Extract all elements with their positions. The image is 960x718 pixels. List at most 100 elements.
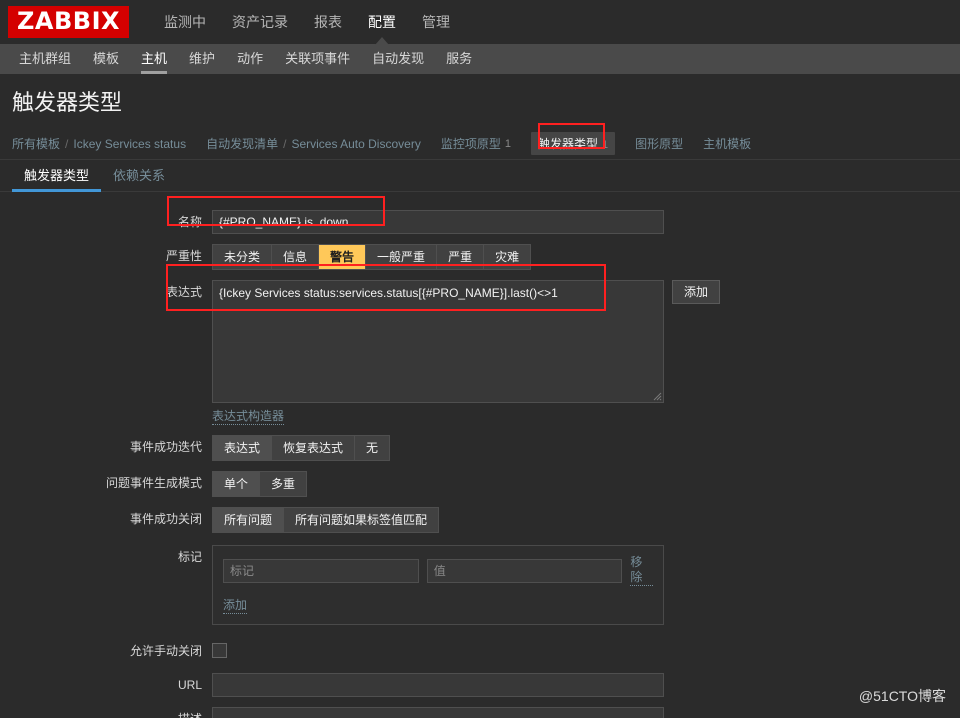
description-control (212, 707, 960, 718)
manual-close-checkbox[interactable] (212, 643, 227, 658)
form-row-manual-close: 允许手动关闭 (0, 639, 960, 663)
expression-constructor-link[interactable]: 表达式构造器 (212, 409, 285, 425)
form-row-name: 名称 (0, 210, 960, 234)
event-generation-mode-button-group: 单个 多重 (212, 471, 308, 497)
manual-close-label: 允许手动关闭 (129, 644, 202, 658)
subnav-item-host-groups[interactable]: 主机群组 (8, 44, 82, 74)
tag-key-input[interactable] (223, 558, 419, 583)
tags-container: 移除 添加 (212, 545, 664, 625)
breadcrumb-separator-2: / (283, 136, 287, 151)
topnav-item-administration[interactable]: 管理 (409, 0, 463, 44)
top-navigation-bar: ZABBIX 监测中 资产记录 报表 配置 管理 (0, 0, 960, 45)
breadcrumb-separator-1: / (65, 136, 69, 151)
watermark: @51CTO博客 (858, 688, 946, 704)
subnav-item-templates[interactable]: 模板 (82, 44, 130, 74)
url-input[interactable] (212, 673, 664, 697)
manual-close-control (212, 639, 960, 663)
tags-label: 标记 (177, 550, 202, 564)
severity-option-warning[interactable]: 警告 (319, 245, 367, 269)
severity-option-average[interactable]: 一般严重 (366, 245, 438, 269)
breadcrumb-graph-prototypes[interactable]: 图形原型 (635, 135, 683, 152)
ok-event-generation-button-group: 表达式 恢复表达式 无 (212, 435, 391, 461)
severity-label: 严重性 (165, 249, 202, 263)
trigger-prototype-form: 名称 严重性 未分类 信息 警告 一般严重 严重 灾难 表达式 {Ickey S… (0, 192, 960, 718)
form-row-severity: 严重性 未分类 信息 警告 一般严重 严重 灾难 (0, 244, 960, 270)
form-row-event-generation-mode: 问题事件生成模式 单个 多重 (0, 471, 960, 497)
tag-value-input[interactable] (426, 558, 623, 583)
event-generation-option-multiple[interactable]: 多重 (260, 472, 307, 496)
sub-navigation-bar: 主机群组 模板 主机 维护 动作 关联项事件 自动发现 服务 (0, 44, 960, 74)
form-row-ok-event-closes: 事件成功关闭 所有问题 所有问题如果标签值匹配 (0, 507, 960, 533)
tab-trigger-prototype[interactable]: 触发器类型 (12, 165, 102, 192)
form-row-url: URL (0, 673, 960, 697)
tag-row: 移除 (223, 555, 654, 586)
severity-option-not-classified[interactable]: 未分类 (213, 245, 273, 269)
name-control (212, 210, 960, 234)
ok-event-option-expression[interactable]: 表达式 (213, 436, 273, 460)
expression-textarea-wrap: {Ickey Services status:services.status[{… (212, 280, 664, 403)
breadcrumb-discovery-list[interactable]: 自动发现清单 (206, 135, 278, 152)
ok-event-generation-control: 表达式 恢复表达式 无 (212, 435, 960, 461)
subnav-item-discovery[interactable]: 自动发现 (361, 44, 435, 74)
ok-event-option-recovery-expression[interactable]: 恢复表达式 (272, 436, 356, 460)
topnav-item-inventory[interactable]: 资产记录 (219, 0, 301, 44)
severity-option-disaster[interactable]: 灾难 (484, 245, 531, 269)
event-generation-option-single[interactable]: 单个 (213, 472, 261, 496)
topnav-item-monitoring[interactable]: 监测中 (151, 0, 219, 44)
description-label: 描述 (0, 707, 212, 718)
breadcrumb-trigger-prototypes[interactable]: 触发器类型 1 (530, 132, 616, 155)
breadcrumb-discovery-rule-name[interactable]: Services Auto Discovery (291, 137, 420, 151)
zabbix-logo[interactable]: ZABBIX (8, 6, 129, 38)
form-row-description: 描述 (0, 707, 960, 718)
expression-add-button[interactable]: 添加 (672, 280, 721, 304)
form-row-tags: 标记 移除 添加 (0, 545, 960, 625)
tag-remove-link[interactable]: 移除 (630, 555, 654, 586)
expression-constructor-control: 表达式构造器 (212, 407, 960, 425)
topnav-item-configuration[interactable]: 配置 (355, 0, 409, 45)
breadcrumb-template-name[interactable]: Ickey Services status (73, 137, 186, 151)
name-input[interactable] (212, 210, 664, 234)
breadcrumb-all-templates[interactable]: 所有模板 (12, 135, 60, 152)
tag-add-link[interactable]: 添加 (223, 598, 248, 614)
tag-add-wrap: 添加 (223, 596, 653, 614)
ok-event-closes-control: 所有问题 所有问题如果标签值匹配 (212, 507, 960, 533)
subnav-item-services[interactable]: 服务 (435, 44, 483, 74)
tags-control: 移除 添加 (212, 545, 960, 625)
description-textarea[interactable] (212, 707, 664, 718)
name-label: 名称 (177, 215, 202, 229)
tab-dependencies[interactable]: 依赖关系 (101, 165, 177, 191)
event-generation-mode-label: 问题事件生成模式 (105, 476, 202, 490)
form-tab-bar: 触发器类型 依赖关系 (0, 160, 960, 192)
ok-event-closes-option-all-problems[interactable]: 所有问题 (213, 508, 285, 532)
severity-option-information[interactable]: 信息 (272, 245, 320, 269)
breadcrumb: 所有模板 / Ickey Services status 自动发现清单 / Se… (0, 128, 960, 160)
severity-button-group: 未分类 信息 警告 一般严重 严重 灾难 (212, 244, 532, 270)
form-row-expression: 表达式 {Ickey Services status:services.stat… (0, 280, 960, 403)
expression-label: 表达式 (165, 285, 202, 299)
breadcrumb-item-prototypes[interactable]: 监控项原型 (441, 135, 501, 152)
severity-control: 未分类 信息 警告 一般严重 严重 灾难 (212, 244, 960, 270)
subnav-item-correlation[interactable]: 关联项事件 (274, 44, 361, 74)
severity-option-high[interactable]: 严重 (437, 245, 485, 269)
expression-textarea[interactable]: {Ickey Services status:services.status[{… (212, 280, 664, 403)
breadcrumb-item-prototypes-count: 1 (504, 137, 511, 150)
ok-event-option-none[interactable]: 无 (355, 436, 390, 460)
event-generation-mode-control: 单个 多重 (212, 471, 960, 497)
form-row-ok-event-generation: 事件成功迭代 表达式 恢复表达式 无 (0, 435, 960, 461)
expression-control: {Ickey Services status:services.status[{… (212, 280, 960, 403)
ok-event-closes-label: 事件成功关闭 (129, 512, 202, 526)
url-control (212, 673, 960, 697)
ok-event-closes-option-tag-match[interactable]: 所有问题如果标签值匹配 (284, 508, 439, 532)
subnav-item-actions[interactable]: 动作 (226, 44, 274, 74)
breadcrumb-host-prototypes[interactable]: 主机模板 (703, 135, 751, 152)
breadcrumb-trigger-prototypes-label: 触发器类型 (537, 137, 598, 151)
page-title: 触发器类型 (12, 90, 123, 115)
page-header: 触发器类型 (0, 74, 960, 128)
subnav-item-maintenance[interactable]: 维护 (178, 44, 226, 74)
ok-event-closes-button-group: 所有问题 所有问题如果标签值匹配 (212, 507, 440, 533)
topnav-item-reports[interactable]: 报表 (301, 0, 355, 44)
url-label: URL (177, 678, 202, 692)
subnav-item-hosts[interactable]: 主机 (130, 44, 178, 74)
form-row-expression-constructor: 表达式构造器 (0, 407, 960, 425)
ok-event-generation-label: 事件成功迭代 (129, 440, 202, 454)
